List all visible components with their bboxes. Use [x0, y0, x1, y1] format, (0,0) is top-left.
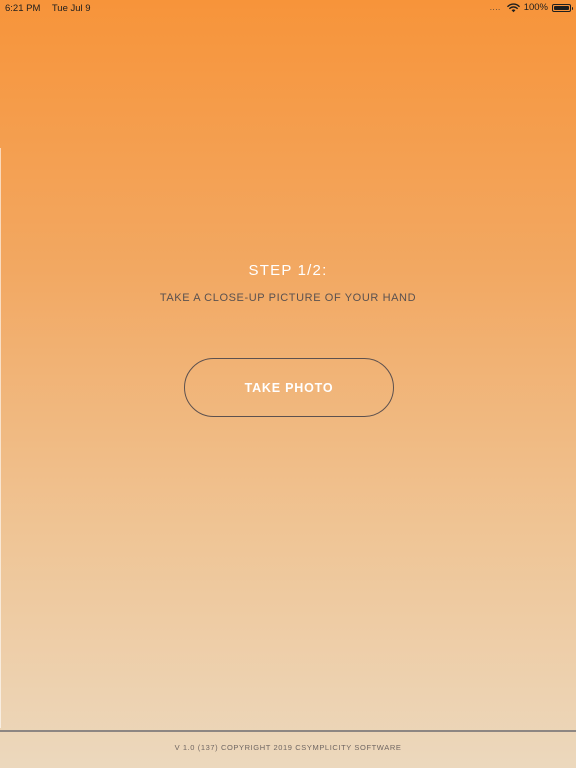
- step-title: STEP 1/2:: [248, 262, 328, 279]
- left-edge-line: [0, 148, 1, 728]
- footer-divider: [0, 730, 576, 732]
- footer-copyright: V 1.0 (137) COPYRIGHT 2019 CSYMPLICITY S…: [174, 743, 402, 752]
- take-photo-button[interactable]: TAKE PHOTO: [184, 358, 394, 417]
- status-time: 6:21 PM: [5, 3, 41, 14]
- status-left: 6:21 PM Tue Jul 9: [5, 3, 100, 14]
- battery-percent: 100%: [523, 2, 548, 13]
- status-bar: 6:21 PM Tue Jul 9 .... 100%: [0, 0, 576, 16]
- status-right: .... 100%: [489, 2, 573, 13]
- battery-icon: [552, 3, 573, 12]
- wifi-icon: [506, 2, 520, 12]
- status-date: Tue Jul 9: [51, 3, 91, 14]
- battery-fill: [554, 5, 569, 10]
- step-instruction: TAKE A CLOSE-UP PICTURE OF YOUR HAND: [159, 292, 417, 304]
- signal-indicator: ....: [489, 3, 501, 12]
